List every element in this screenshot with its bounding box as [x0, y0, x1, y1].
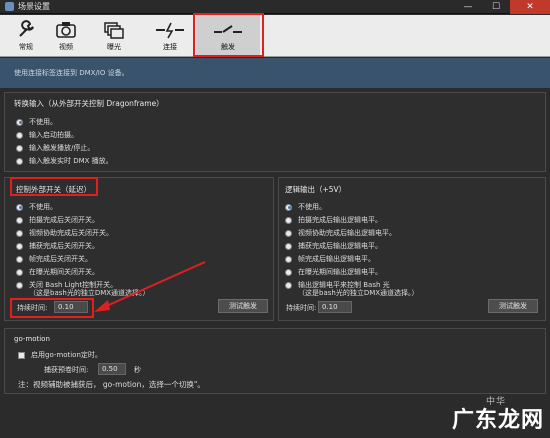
external-option-4[interactable]: 帧完成后关闭开关。	[16, 254, 92, 264]
radio-icon[interactable]	[16, 242, 23, 250]
gomotion-note: 注：视频辅助被捕获后， go-motion，选择一个切换"。	[18, 380, 205, 389]
radio-icon[interactable]	[16, 229, 23, 237]
minimize-button[interactable]: —	[454, 0, 482, 14]
logic-test-button[interactable]: 测试触发	[488, 299, 538, 313]
camera-icon	[56, 22, 76, 38]
tab-exposure[interactable]: 曝光	[92, 15, 136, 57]
convert-option-3[interactable]: 输入触发实时 DMX 播放。	[16, 156, 113, 166]
radio-icon[interactable]	[16, 216, 23, 224]
gomotion-enable[interactable]: 启用go-motion定时。	[18, 350, 102, 360]
logic-duration-field[interactable]: 0.10	[318, 301, 352, 313]
external-option-5[interactable]: 在曝光期间关闭开关。	[16, 267, 99, 277]
logic-duration-label: 持续时间:	[286, 304, 317, 312]
logic-option-4[interactable]: 帧完成后输出逻辑电平。	[285, 254, 375, 264]
info-bar: 使用连接标签连接到 DMX/IO 设备。	[0, 58, 550, 88]
radio-icon[interactable]	[285, 242, 292, 250]
radio-icon[interactable]	[16, 268, 23, 276]
radio-icon[interactable]	[16, 281, 23, 289]
logic-output-title: 逻辑输出（+5V）	[285, 185, 347, 194]
radio-icon[interactable]	[16, 131, 23, 139]
logic-option-3[interactable]: 捕获完成后输出逻辑电平。	[285, 241, 382, 251]
radio-icon[interactable]	[285, 203, 292, 211]
logic-option-2[interactable]: 视频协助完成后输出逻辑电平。	[285, 228, 396, 238]
watermark-logo: 中华 广东龙网	[451, 397, 544, 433]
tab-video[interactable]: 视频	[44, 15, 88, 57]
highlight-external-title	[10, 177, 98, 196]
external-test-button[interactable]: 测试触发	[218, 299, 268, 313]
close-button[interactable]: ✕	[510, 0, 550, 14]
highlight-trigger-tab	[193, 13, 264, 57]
external-option-2[interactable]: 视频协助完成后关闭开关。	[16, 228, 113, 238]
gomotion-title: go-motion	[14, 335, 50, 343]
radio-icon[interactable]	[16, 255, 23, 263]
radio-icon[interactable]	[16, 144, 23, 152]
convert-option-1[interactable]: 输入启动拍摄。	[16, 130, 78, 140]
annotation-arrow-icon	[94, 261, 206, 312]
gomotion-capture-field[interactable]: 0.50	[98, 363, 126, 375]
radio-icon[interactable]	[285, 216, 292, 224]
external-option-0[interactable]: 不使用。	[16, 202, 57, 212]
tab-general[interactable]: 常规	[4, 15, 48, 57]
logic-bash-note: （这是bash光的独立DMX通道选择。）	[298, 289, 419, 297]
wrench-icon	[19, 20, 34, 37]
radio-icon[interactable]	[285, 255, 292, 263]
layers-icon	[104, 22, 124, 39]
radio-icon[interactable]	[16, 157, 23, 165]
settings-toolbar: 常规 视频 曝光 连接 触发	[0, 15, 550, 57]
radio-icon[interactable]	[285, 268, 292, 276]
radio-icon[interactable]	[16, 203, 23, 211]
convert-option-2[interactable]: 输入触发播放/停止。	[16, 143, 94, 153]
gomotion-capture-unit: 秒	[134, 366, 141, 374]
logic-option-0[interactable]: 不使用。	[285, 202, 326, 212]
external-duration-field[interactable]: 0.10	[54, 301, 88, 313]
radio-icon[interactable]	[16, 118, 23, 126]
checkbox-icon[interactable]	[18, 351, 25, 359]
radio-icon[interactable]	[285, 281, 292, 289]
title-bar: 场景设置 — ☐ ✕	[0, 0, 550, 14]
maximize-button[interactable]: ☐	[482, 0, 510, 14]
radio-icon[interactable]	[285, 229, 292, 237]
logic-option-1[interactable]: 拍摄完成后输出逻辑电平。	[285, 215, 382, 225]
external-duration-label: 持续时间:	[17, 304, 48, 312]
external-option-3[interactable]: 捕获完成后关闭开关。	[16, 241, 99, 251]
external-option-1[interactable]: 拍摄完成后关闭开关。	[16, 215, 99, 225]
tab-connection[interactable]: 连接	[148, 15, 192, 57]
gomotion-capture-label: 捕获预卷时间:	[44, 366, 89, 374]
logic-option-5[interactable]: 在曝光期间输出逻辑电平。	[285, 267, 382, 277]
info-text: 使用连接标签连接到 DMX/IO 设备。	[14, 69, 129, 77]
convert-input-title: 转换输入（从外部开关控制 Dragonframe）	[14, 99, 164, 108]
window-title: 场景设置	[18, 2, 50, 11]
plug-icon	[156, 22, 184, 39]
convert-option-0[interactable]: 不使用。	[16, 117, 57, 127]
app-icon	[5, 2, 14, 11]
